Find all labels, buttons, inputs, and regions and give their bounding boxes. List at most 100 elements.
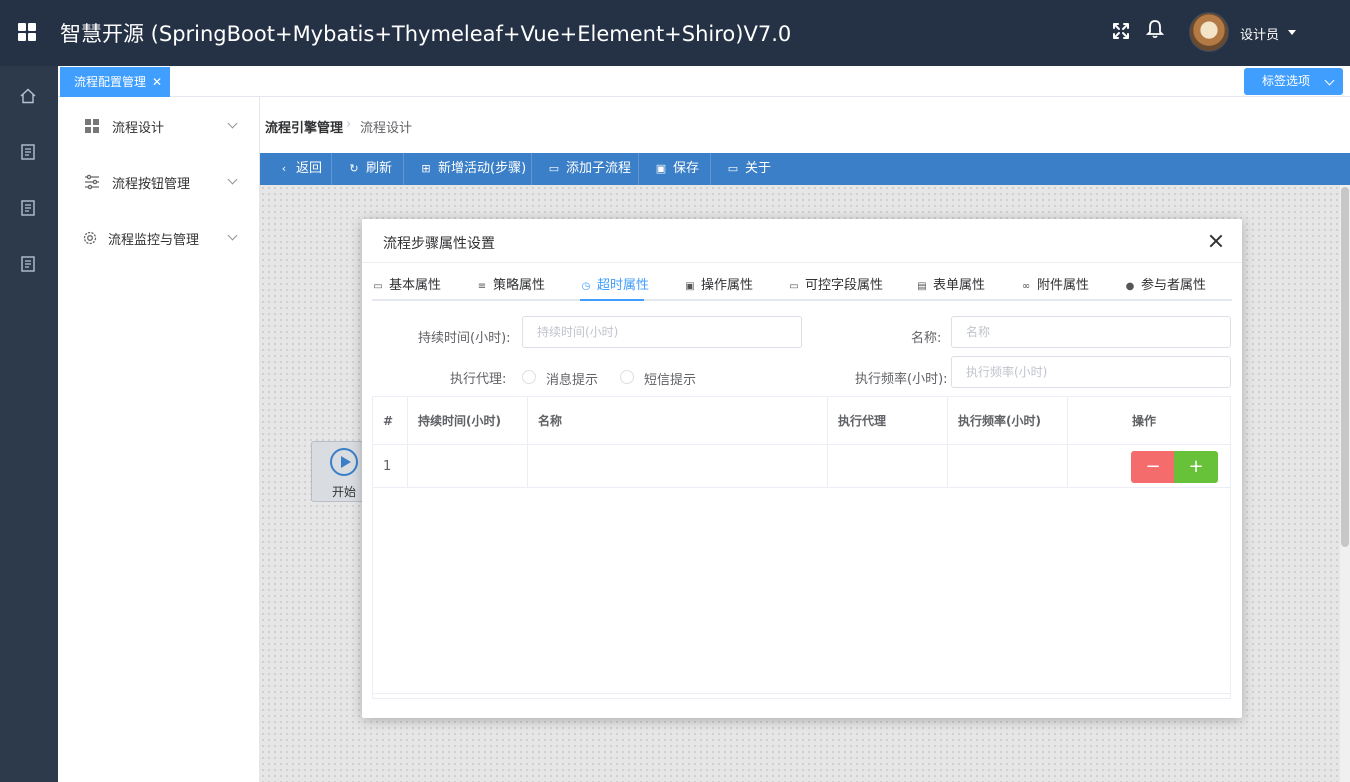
caret-down-icon[interactable] bbox=[1288, 30, 1296, 35]
canvas-scrollbar[interactable] bbox=[1340, 185, 1350, 782]
apps-grid-icon[interactable] bbox=[18, 23, 36, 41]
document-icon: ▤ bbox=[917, 281, 927, 292]
app-title: 智慧开源 (SpringBoot+Mybatis+Thymeleaf+Vue+E… bbox=[60, 22, 792, 46]
column-header: 名称 bbox=[528, 397, 828, 445]
tab-options-label: 标签选项 bbox=[1262, 74, 1311, 88]
add-row-button[interactable]: + bbox=[1174, 451, 1218, 483]
document-icon[interactable] bbox=[19, 199, 37, 217]
save-icon: ▣ bbox=[685, 281, 695, 292]
designer-toolbar: ‹ 返回 ↻ 刷新 ⊞ 新增活动(步骤) ▭ 添加子流程 ▣ 保存 ▭ 关于 bbox=[260, 153, 1350, 185]
name-input[interactable] bbox=[951, 316, 1231, 348]
start-node-label: 开始 bbox=[332, 485, 357, 499]
chevron-down-icon bbox=[227, 174, 238, 185]
folder-icon: ▭ bbox=[548, 162, 560, 175]
grid-icon bbox=[85, 119, 99, 133]
tab-process-config[interactable]: 流程配置管理 ✕ bbox=[60, 67, 171, 97]
add-activity-button[interactable]: ⊞ 新增活动(步骤) bbox=[404, 153, 532, 185]
radio-message-notify[interactable] bbox=[522, 370, 536, 384]
sliders-icon: ≡ bbox=[477, 281, 487, 292]
tab-attachment[interactable]: ∞ 附件属性 bbox=[1020, 274, 1089, 300]
tab-options-button[interactable]: 标签选项 bbox=[1244, 68, 1343, 95]
duration-label: 持续时间(小时): bbox=[418, 331, 511, 346]
attachment-icon: ∞ bbox=[1021, 281, 1031, 292]
table-cell-index: 1 bbox=[373, 445, 408, 488]
add-subprocess-button[interactable]: ▭ 添加子流程 bbox=[532, 153, 639, 185]
user-icon: ● bbox=[1125, 281, 1135, 292]
name-label: 名称: bbox=[911, 331, 942, 346]
sidebar-item-label: 流程设计 bbox=[112, 121, 165, 136]
agent-label: 执行代理: bbox=[450, 372, 507, 387]
avatar[interactable] bbox=[1189, 12, 1229, 52]
close-icon[interactable] bbox=[1207, 232, 1225, 250]
tab-strip: 流程配置管理 ✕ 标签选项 bbox=[58, 66, 1350, 97]
play-icon bbox=[330, 448, 358, 476]
radio-label[interactable]: 短信提示 bbox=[644, 369, 696, 388]
alarm-icon: ◷ bbox=[581, 281, 591, 292]
radio-label[interactable]: 消息提示 bbox=[546, 369, 598, 388]
document-icon[interactable] bbox=[19, 255, 37, 273]
step-properties-dialog: 流程步骤属性设置 ▭ 基本属性 ≡ 策略属性 ◷ 超时属性 ▣ 操作属性 ▭ 可控字段属性… bbox=[362, 219, 1242, 718]
monitor-icon: ▭ bbox=[727, 162, 739, 175]
radio-sms-notify[interactable] bbox=[620, 370, 634, 384]
save-button[interactable]: ▣ 保存 bbox=[639, 153, 711, 185]
side-menu: 流程设计 流程按钮管理 流程监控与管理 bbox=[58, 97, 260, 782]
table-cell-name[interactable] bbox=[528, 445, 828, 488]
breadcrumb-separator: › bbox=[346, 117, 352, 132]
document-icon[interactable] bbox=[19, 143, 37, 161]
active-tab-indicator bbox=[580, 299, 644, 301]
tab-participants[interactable]: ● 参与者属性 bbox=[1124, 274, 1206, 300]
refresh-button[interactable]: ↻ 刷新 bbox=[332, 153, 404, 185]
field-icon: ▭ bbox=[789, 281, 799, 292]
sidebar-item-process-design[interactable]: 流程设计 bbox=[58, 98, 260, 154]
tab-strategy[interactable]: ≡ 策略属性 bbox=[476, 274, 545, 300]
timeout-table: # 持续时间(小时) 名称 执行代理 执行频率(小时) 操作 1 − + bbox=[372, 396, 1231, 699]
table-footer-line bbox=[373, 693, 1230, 694]
fullscreen-icon[interactable] bbox=[1110, 20, 1132, 42]
remove-row-button[interactable]: − bbox=[1131, 451, 1175, 483]
tab-basic[interactable]: ▭ 基本属性 bbox=[372, 274, 441, 300]
save-icon: ▣ bbox=[655, 162, 667, 175]
tab-operation[interactable]: ▣ 操作属性 bbox=[684, 274, 753, 300]
column-header: 操作 bbox=[1068, 397, 1230, 445]
tab-label: 流程配置管理 bbox=[74, 75, 147, 89]
column-header: # bbox=[373, 397, 408, 445]
chevron-down-icon bbox=[227, 118, 238, 129]
freq-input[interactable] bbox=[951, 356, 1231, 388]
column-header: 执行频率(小时) bbox=[948, 397, 1068, 445]
gear-icon bbox=[83, 231, 97, 245]
dialog-title: 流程步骤属性设置 bbox=[383, 236, 495, 252]
top-header: 智慧开源 (SpringBoot+Mybatis+Thymeleaf+Vue+E… bbox=[0, 0, 1350, 66]
chevron-down-icon bbox=[227, 230, 238, 241]
breadcrumb-root[interactable]: 流程引擎管理 bbox=[265, 117, 343, 136]
breadcrumb: 流程引擎管理 › 流程设计 bbox=[260, 97, 1350, 153]
refresh-icon: ↻ bbox=[349, 162, 359, 175]
sidebar-item-process-monitor[interactable]: 流程监控与管理 bbox=[58, 210, 260, 266]
bell-icon[interactable] bbox=[1144, 18, 1166, 40]
breadcrumb-current: 流程设计 bbox=[360, 121, 413, 136]
scrollbar-thumb[interactable] bbox=[1341, 187, 1349, 547]
chevron-left-icon: ‹ bbox=[281, 162, 287, 175]
sidebar-item-label: 流程按钮管理 bbox=[112, 177, 191, 192]
property-tabs: ▭ 基本属性 ≡ 策略属性 ◷ 超时属性 ▣ 操作属性 ▭ 可控字段属性 ▤ 表单属性 ∞ 附… bbox=[372, 269, 1232, 301]
sidebar-item-label: 流程监控与管理 bbox=[108, 233, 200, 248]
sidebar-item-process-buttons[interactable]: 流程按钮管理 bbox=[58, 154, 260, 210]
back-button[interactable]: ‹ 返回 bbox=[260, 153, 332, 185]
about-button[interactable]: ▭ 关于 bbox=[711, 153, 783, 185]
sliders-icon bbox=[85, 174, 99, 190]
tab-controllable-fields[interactable]: ▭ 可控字段属性 bbox=[788, 274, 883, 300]
monitor-icon: ▭ bbox=[373, 281, 383, 292]
tab-form[interactable]: ▤ 表单属性 bbox=[916, 274, 985, 300]
tab-timeout[interactable]: ◷ 超时属性 bbox=[580, 274, 649, 300]
close-icon[interactable]: ✕ bbox=[152, 67, 162, 97]
table-cell-freq[interactable] bbox=[948, 445, 1068, 488]
duration-input[interactable] bbox=[522, 316, 802, 348]
dialog-header: 流程步骤属性设置 bbox=[362, 219, 1242, 263]
add-activity-icon: ⊞ bbox=[421, 162, 431, 175]
home-icon[interactable] bbox=[19, 87, 37, 105]
table-cell-duration[interactable] bbox=[408, 445, 528, 488]
column-header: 持续时间(小时) bbox=[408, 397, 528, 445]
left-rail bbox=[0, 66, 58, 782]
user-name[interactable]: 设计员 bbox=[1240, 24, 1279, 43]
column-header: 执行代理 bbox=[828, 397, 948, 445]
table-cell-agent[interactable] bbox=[828, 445, 948, 488]
